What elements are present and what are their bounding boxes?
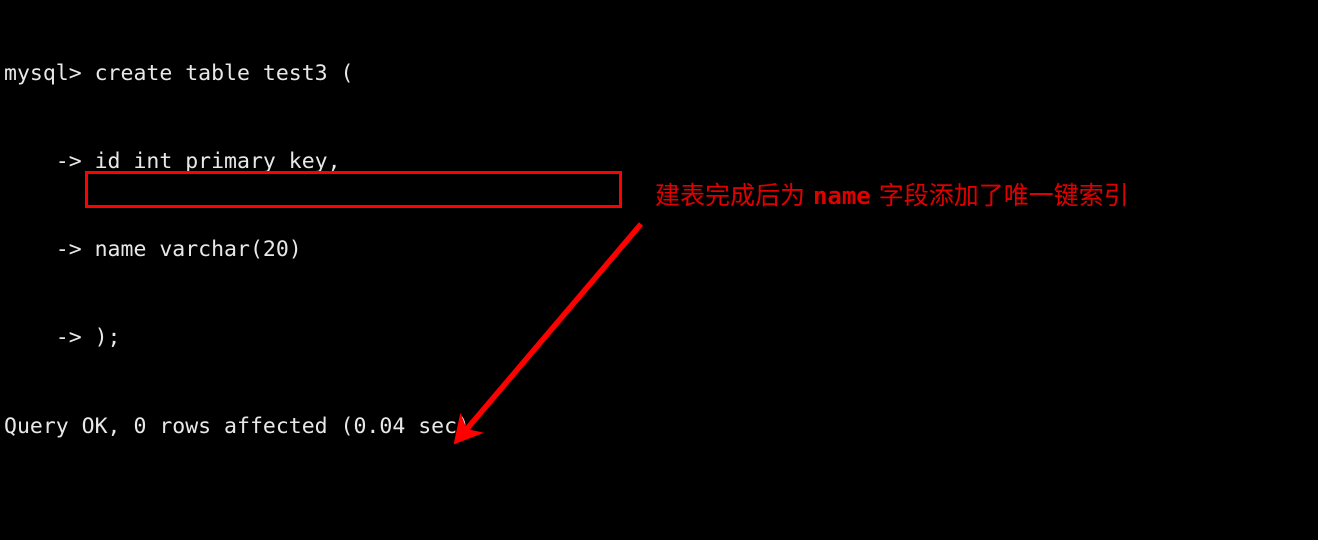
terminal-output: mysql> create table test3 ( -> id int pr… — [4, 0, 904, 540]
terminal-line: -> ); — [4, 325, 121, 351]
terminal-line: Query OK, 0 rows affected (0.04 sec) — [4, 413, 470, 439]
terminal-line: mysql> create table test3 ( — [4, 60, 354, 86]
annotation-suffix: 字段添加了唯一键索引 — [870, 181, 1129, 210]
annotation-prefix: 建表完成后为 — [655, 181, 813, 210]
annotation-field-name: name — [812, 182, 871, 210]
terminal-line: -> id int primary key, — [4, 149, 341, 175]
annotation-text: 建表完成后为 name 字段添加了唯一键索引 — [655, 181, 1129, 211]
terminal-line: -> name varchar(20) — [4, 237, 302, 263]
terminal-screen: mysql> create table test3 ( -> id int pr… — [0, 0, 1318, 540]
